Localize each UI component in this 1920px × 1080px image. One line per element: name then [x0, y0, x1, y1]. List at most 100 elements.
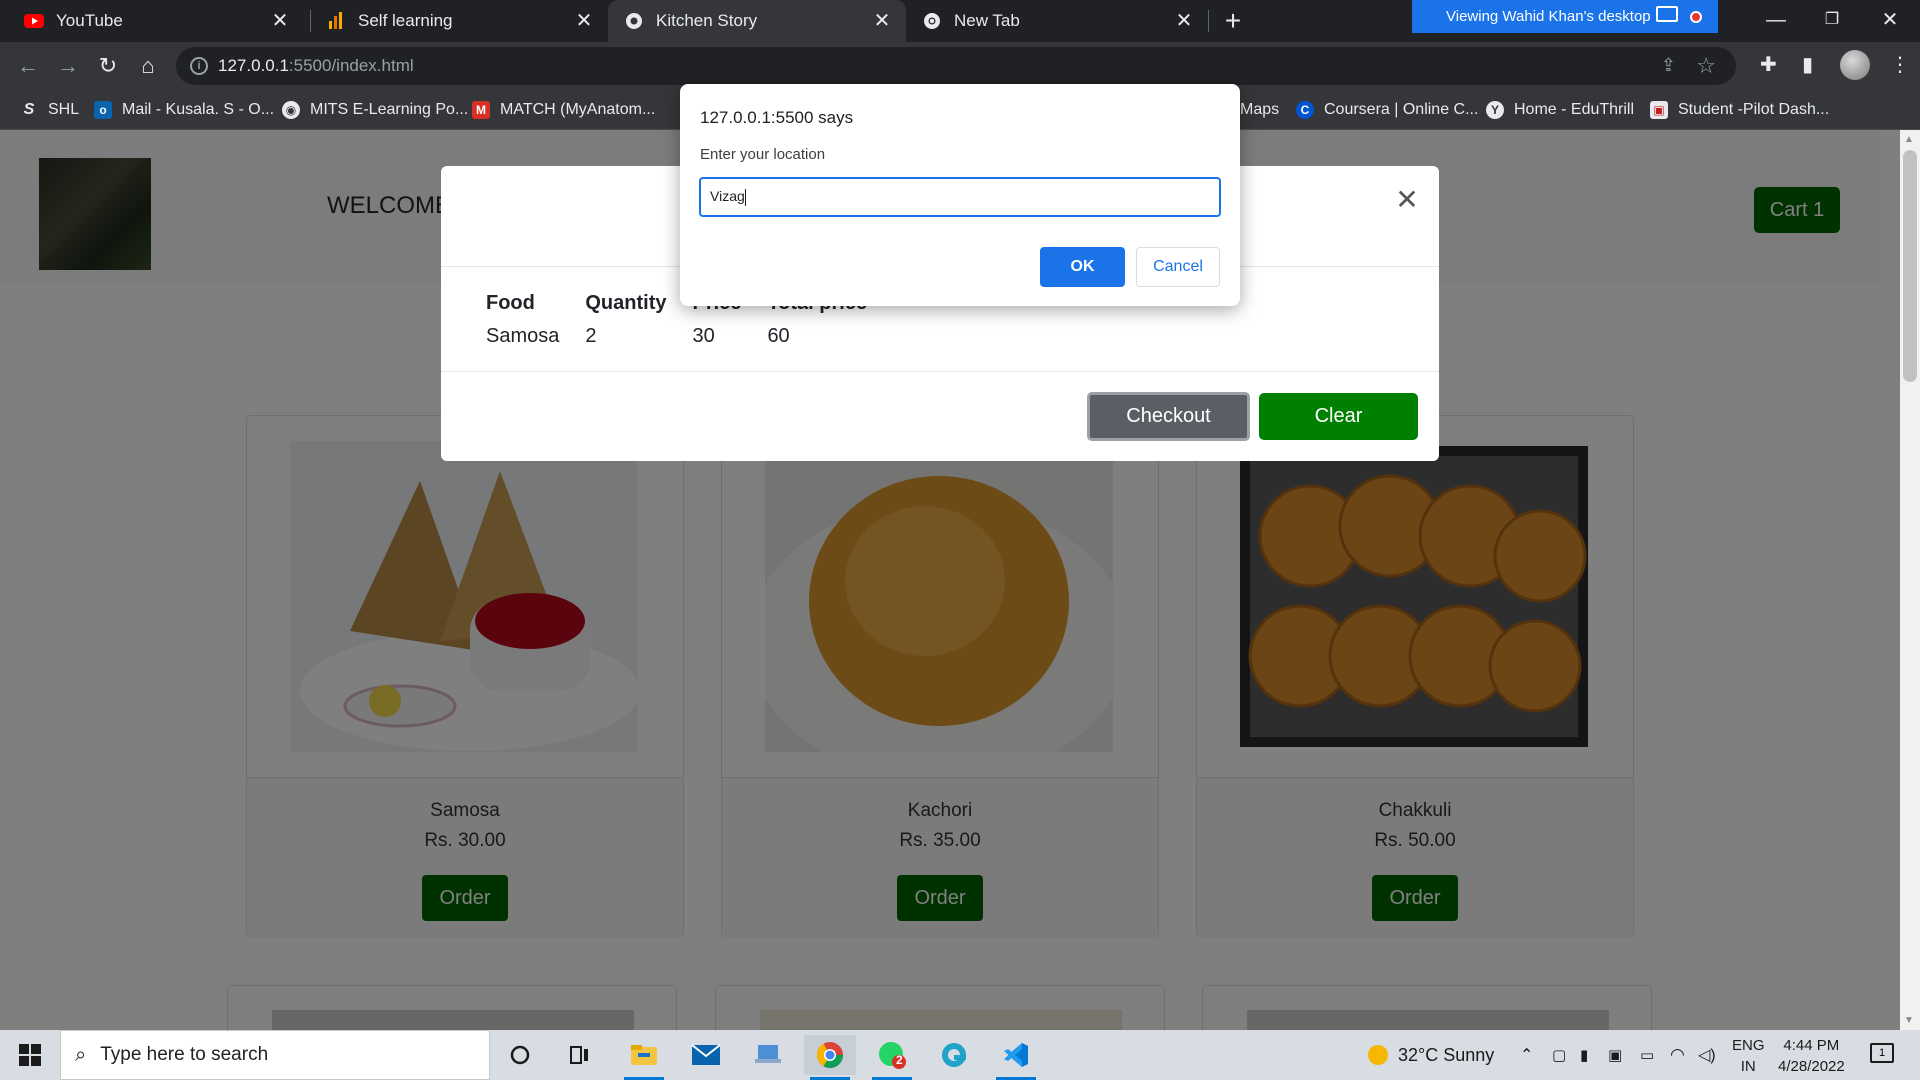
tab-title: YouTube	[56, 11, 123, 30]
site-info-icon[interactable]: i	[190, 57, 208, 75]
region-code: IN	[1740, 1058, 1756, 1075]
scroll-up-arrow-icon[interactable]: ▲	[1904, 134, 1914, 145]
cell-total-price: 60	[767, 325, 790, 347]
tab-kitchen-story[interactable]: Kitchen Story ✕	[608, 0, 906, 42]
cancel-button[interactable]: Cancel	[1136, 247, 1220, 287]
taskbar-search-box[interactable]: ⌕ Type here to search	[60, 1030, 490, 1080]
bookmark-label: Maps	[1240, 101, 1280, 118]
monitor-icon	[1656, 6, 1678, 22]
bookmark-label: Home - EduThrill	[1514, 101, 1635, 118]
cortana-icon[interactable]	[494, 1035, 546, 1075]
browser-toolbar: ← → ↻ ⌂ i 127.0.0.1:5500/index.html ⇪ ☆ …	[0, 42, 1920, 90]
url-text[interactable]: 127.0.0.1:5500/index.html	[218, 56, 414, 76]
tab-self-learning[interactable]: Self learning ✕	[304, 0, 608, 42]
restore-button[interactable]: ❐	[1804, 0, 1860, 40]
bookmark-maps[interactable]: Maps	[1240, 90, 1279, 130]
microphone-icon[interactable]: ▮	[1580, 1030, 1588, 1080]
start-button[interactable]	[0, 1030, 60, 1080]
window-close-button[interactable]: ✕	[1862, 0, 1918, 40]
remote-banner-text: Viewing Wahid Khan's desktop	[1446, 8, 1651, 25]
vscode-icon[interactable]	[990, 1035, 1042, 1080]
tab-title: New Tab	[954, 11, 1020, 30]
minimize-button[interactable]: —	[1748, 0, 1804, 40]
file-explorer-icon[interactable]	[618, 1035, 670, 1080]
system-clock[interactable]: 4:44 PM 4/28/2022	[1778, 1035, 1845, 1077]
tab-new-tab[interactable]: New Tab ✕	[906, 0, 1208, 42]
scroll-down-arrow-icon[interactable]: ▼	[1904, 1015, 1914, 1026]
tab-title: Self learning	[358, 11, 453, 30]
match-icon: M	[472, 101, 490, 119]
globe-icon: ◉	[282, 101, 300, 119]
prompt-message: Enter your location	[700, 146, 826, 163]
ok-button[interactable]: OK	[1040, 247, 1125, 287]
clock-date: 4/28/2022	[1778, 1058, 1845, 1075]
tab-title: Kitchen Story	[656, 11, 758, 30]
bookmark-match[interactable]: M MATCH (MyAnatom...	[472, 90, 655, 130]
close-icon[interactable]: ✕	[574, 11, 594, 31]
share-icon[interactable]: ⇪	[1661, 55, 1676, 76]
close-icon[interactable]: ✕	[872, 11, 892, 31]
close-icon[interactable]: ✕	[1174, 11, 1194, 31]
side-panel-icon[interactable]: ▮	[1802, 52, 1813, 77]
meet-now-icon[interactable]: ▢	[1552, 1030, 1566, 1080]
back-arrow-icon[interactable]: ←	[12, 50, 44, 82]
page-scrollbar[interactable]: ▲ ▼	[1900, 130, 1920, 1030]
close-icon[interactable]: ✕	[270, 11, 290, 31]
cell-food: Samosa	[486, 325, 560, 347]
globe-icon	[624, 11, 644, 31]
language-indicator[interactable]: ENG IN	[1732, 1035, 1765, 1077]
record-icon	[1690, 11, 1702, 23]
text-caret	[744, 188, 746, 206]
bookmark-label: Coursera | Online C...	[1324, 101, 1479, 118]
clock-time: 4:44 PM	[1783, 1037, 1840, 1054]
bookmark-star-icon[interactable]: ☆	[1696, 53, 1716, 79]
bookmark-label: MATCH (MyAnatom...	[500, 101, 656, 118]
tab-youtube[interactable]: YouTube ✕	[0, 0, 304, 42]
bookmark-label: MITS E-Learning Po...	[310, 101, 469, 118]
notification-count: 1	[1878, 1047, 1886, 1059]
wifi-icon[interactable]: ◠	[1670, 1030, 1685, 1080]
bookmark-mail[interactable]: o Mail - Kusala. S - O...	[94, 90, 274, 130]
windows-logo-icon	[19, 1044, 41, 1066]
forward-arrow-icon[interactable]: →	[52, 50, 84, 82]
windows-taskbar: ⌕ Type here to search 2 32°C Sunny ⌃ ▢ ▮…	[0, 1030, 1920, 1080]
bookmark-mits[interactable]: ◉ MITS E-Learning Po...	[282, 90, 468, 130]
coursera-icon: C	[1296, 101, 1314, 119]
weather-text: 32°C Sunny	[1398, 1044, 1495, 1065]
task-view-icon[interactable]	[554, 1035, 606, 1075]
menu-kebab-icon[interactable]: ⋮	[1890, 52, 1910, 77]
cell-price: 30	[692, 325, 715, 347]
scrollbar-thumb[interactable]	[1903, 150, 1917, 382]
weather-widget[interactable]: 32°C Sunny	[1368, 1030, 1494, 1080]
bookmark-coursera[interactable]: C Coursera | Online C...	[1296, 90, 1478, 130]
address-bar[interactable]: i 127.0.0.1:5500/index.html ⇪ ☆	[176, 47, 1736, 85]
notification-center-icon[interactable]: 1	[1870, 1043, 1894, 1063]
outlook-icon: o	[94, 101, 112, 119]
show-hidden-icons-button[interactable]: ⌃	[1520, 1030, 1533, 1080]
extensions-icon[interactable]: ✚	[1760, 52, 1777, 77]
whatsapp-badge: 2	[896, 1053, 903, 1067]
close-icon[interactable]: ✕	[1393, 186, 1421, 214]
mail-icon[interactable]	[680, 1035, 732, 1075]
new-tab-button[interactable]: +	[1218, 6, 1248, 36]
chrome-taskbar-icon[interactable]	[804, 1035, 856, 1080]
location-input[interactable]: Vizag	[699, 177, 1221, 217]
checkout-button[interactable]: Checkout	[1087, 392, 1250, 441]
home-icon[interactable]: ⌂	[132, 50, 164, 82]
reload-icon[interactable]: ↻	[92, 50, 124, 82]
bookmark-eduthrill[interactable]: Y Home - EduThrill	[1486, 90, 1634, 130]
whatsapp-icon[interactable]: 2	[866, 1035, 918, 1080]
laptop-app-icon[interactable]	[742, 1035, 794, 1075]
bookmark-student[interactable]: ▣ Student -Pilot Dash...	[1650, 90, 1829, 130]
security-icon[interactable]: ▣	[1608, 1030, 1622, 1080]
clear-button[interactable]: Clear	[1259, 393, 1418, 440]
remote-viewing-banner[interactable]: Viewing Wahid Khan's desktop	[1412, 0, 1718, 33]
edge-icon[interactable]	[928, 1035, 980, 1075]
student-icon: ▣	[1650, 101, 1668, 119]
bookmark-shl[interactable]: S SHL	[20, 90, 79, 130]
volume-icon[interactable]: ◁)	[1698, 1030, 1716, 1080]
search-placeholder: Type here to search	[100, 1044, 269, 1065]
battery-icon[interactable]: ▭	[1640, 1030, 1654, 1080]
location-prompt-dialog: 127.0.0.1:5500 says Enter your location …	[680, 84, 1240, 306]
profile-avatar[interactable]	[1840, 50, 1870, 80]
